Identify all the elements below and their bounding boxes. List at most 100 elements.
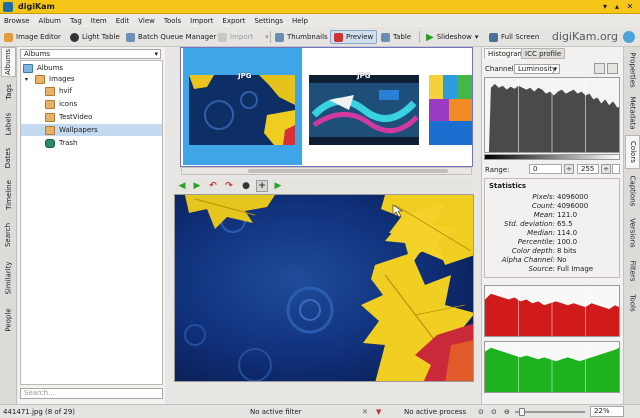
albums-folder-icon	[23, 63, 33, 73]
stat-row-alpha-channel: Alpha Channel: No	[501, 256, 567, 264]
menu-album[interactable]: Album	[39, 17, 61, 25]
menu-import[interactable]: Import	[190, 17, 213, 25]
maximize-icon[interactable]: ▴	[612, 2, 622, 12]
tab-captions[interactable]: Captions	[625, 171, 640, 211]
tab-albums[interactable]: Albums	[1, 47, 16, 77]
folder-icon	[45, 86, 55, 96]
menu-item[interactable]: Item	[91, 17, 107, 25]
full-screen-button[interactable]: Full Screen	[489, 30, 539, 44]
tab-versions[interactable]: Versions	[625, 213, 640, 253]
range-max-spin-icon[interactable]: ÷	[601, 164, 611, 174]
toolbar-separator	[419, 31, 420, 43]
clear-filter-icon[interactable]: ✕	[362, 407, 368, 417]
image-preview[interactable]	[174, 194, 474, 382]
filter-icon[interactable]: ▼	[376, 407, 381, 417]
add-face-icon[interactable]: +	[256, 180, 268, 192]
tab-properties[interactable]: Properties	[625, 49, 640, 91]
light-table-button[interactable]: Light Table	[70, 30, 120, 44]
tab-labels[interactable]: Labels	[1, 107, 16, 141]
range-extra-input[interactable]	[612, 164, 620, 174]
channel-select[interactable]: Luminosity	[514, 64, 560, 74]
tab-similarity[interactable]: Similarity	[1, 255, 16, 301]
menu-export[interactable]: Export	[222, 17, 245, 25]
digikam-window: digiKam ▾ ▴ ✕ Browse Album Tag Item Edit…	[0, 0, 640, 418]
albums-panel: Albums Albums ▾ Images hvif icons TestVi…	[18, 47, 165, 404]
tab-metadata[interactable]: Metadata	[625, 93, 640, 133]
zoom-level-select[interactable]: 22%	[590, 406, 624, 417]
tab-tools[interactable]: Tools	[625, 289, 640, 317]
slideshow-label: Slideshow	[436, 33, 472, 41]
tab-search[interactable]: Search	[1, 217, 16, 253]
stat-row-percentile: Percentile: 100.0	[517, 238, 578, 246]
zoom-100-icon[interactable]: ⊙	[491, 407, 497, 417]
batch-queue-button[interactable]: Batch Queue Manager	[126, 30, 216, 44]
tree-node-testvideo[interactable]: TestVideo	[45, 111, 92, 123]
tab-filters[interactable]: Filters	[625, 255, 640, 287]
menu-browse[interactable]: Browse	[4, 17, 30, 25]
range-min-input[interactable]: 0	[529, 164, 562, 174]
minimize-icon[interactable]: ▾	[600, 2, 610, 12]
thumbnails-button[interactable]: Thumbnails	[275, 30, 328, 44]
scrollbar-handle[interactable]	[248, 169, 448, 173]
range-min-spin-icon[interactable]: ÷	[564, 164, 574, 174]
tab-dates[interactable]: Dates	[1, 143, 16, 173]
zoom-slider[interactable]	[515, 408, 585, 416]
range-label: Range:	[485, 166, 510, 174]
slideshow-dropdown-icon[interactable]: ▾	[475, 33, 479, 41]
play-slideshow-icon[interactable]: ▶	[272, 180, 284, 192]
face-tag-icon[interactable]: ●	[240, 180, 252, 192]
preview-label: Preview	[346, 33, 374, 41]
preview-button[interactable]: Preview	[330, 30, 378, 44]
tree-node-icons[interactable]: icons	[45, 98, 77, 110]
close-icon[interactable]: ✕	[625, 2, 635, 12]
tree-node-wallpapers[interactable]: Wallpapers	[21, 124, 162, 136]
filter-status: No active filter	[250, 408, 302, 416]
thumbnail-item[interactable]: JPG	[307, 48, 424, 165]
light-table-icon	[70, 32, 79, 42]
tab-icc-profile[interactable]: ICC profile	[521, 48, 566, 59]
rotate-right-icon[interactable]: ↷	[223, 180, 235, 192]
light-table-label: Light Table	[82, 33, 120, 41]
thumbnail-scrollbar[interactable]	[181, 167, 472, 175]
slideshow-button[interactable]: ▶ Slideshow ▾	[426, 30, 478, 44]
forward-arrow-icon[interactable]: ▶	[191, 180, 203, 192]
folder-icon	[45, 112, 55, 122]
menu-help[interactable]: Help	[292, 17, 308, 25]
albums-selector[interactable]: Albums	[20, 49, 161, 59]
import-button[interactable]: Import ▾	[218, 30, 269, 44]
menu-view[interactable]: View	[138, 17, 155, 25]
back-arrow-icon[interactable]: ◀	[176, 180, 188, 192]
thumbnail-item[interactable]: JPG	[183, 48, 302, 165]
log-scale-button[interactable]	[607, 63, 618, 74]
album-search-input[interactable]: Search...	[20, 388, 163, 399]
tree-node-trash[interactable]: Trash	[45, 137, 78, 149]
zoom-fit-icon[interactable]: ⊙	[478, 407, 484, 417]
main-toolbar: Image Editor Light Table Batch Queue Man…	[0, 27, 640, 47]
zoom-out-icon[interactable]: ⊖	[504, 407, 510, 417]
full-screen-label: Full Screen	[501, 33, 540, 41]
menu-edit[interactable]: Edit	[116, 17, 130, 25]
expand-arrow-icon[interactable]: ▾	[25, 76, 28, 83]
trash-icon	[45, 138, 55, 148]
rotate-left-icon[interactable]: ↶	[207, 180, 219, 192]
digikam-logo	[623, 31, 635, 43]
thumbnail-item[interactable]	[429, 48, 472, 165]
import-dropdown-icon[interactable]: ▾	[265, 33, 269, 41]
stat-row-count: Count: 4096000	[531, 202, 589, 210]
tab-timeline[interactable]: Timeline	[1, 175, 16, 215]
table-icon	[381, 32, 390, 42]
menu-tools[interactable]: Tools	[164, 17, 181, 25]
range-max-input[interactable]: 255	[577, 164, 599, 174]
tab-colors[interactable]: Colors	[625, 135, 640, 169]
image-editor-button[interactable]: Image Editor	[4, 30, 61, 44]
menu-tag[interactable]: Tag	[70, 17, 82, 25]
zoom-slider-handle[interactable]	[519, 408, 525, 416]
menu-settings[interactable]: Settings	[254, 17, 283, 25]
tree-node-images[interactable]: Images	[35, 73, 75, 85]
tab-tags[interactable]: Tags	[1, 79, 16, 105]
tree-node-hvif[interactable]: hvif	[45, 85, 72, 97]
tab-people[interactable]: People	[1, 303, 16, 337]
table-button[interactable]: Table	[381, 30, 411, 44]
linear-scale-button[interactable]	[594, 63, 605, 74]
file-type-badge: JPG	[238, 72, 252, 80]
